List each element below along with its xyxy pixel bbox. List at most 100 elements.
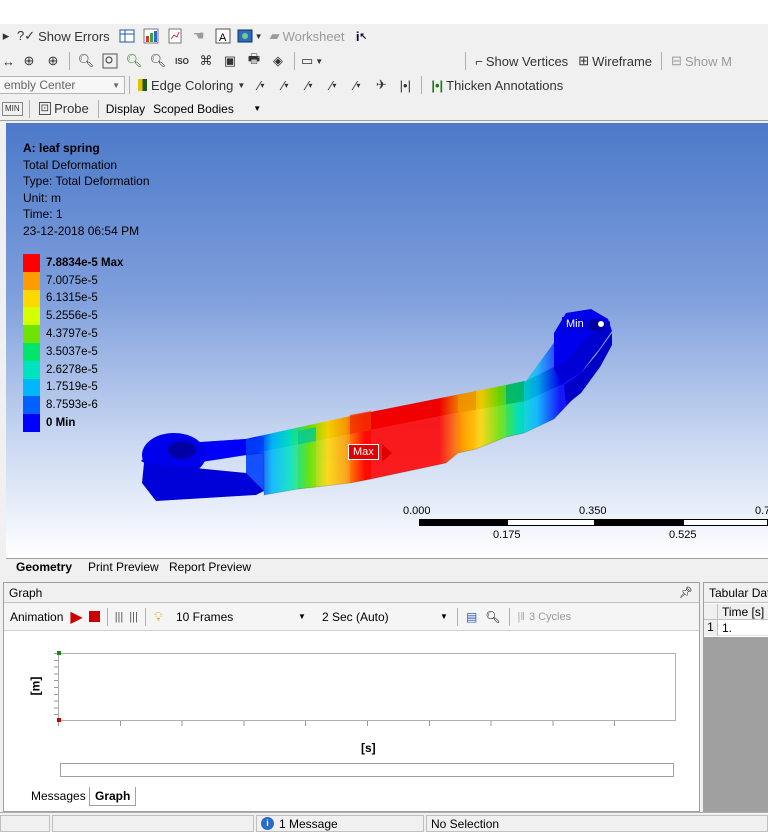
assembly-center-dropdown[interactable]: embly Center ▼ <box>0 76 125 94</box>
info-icon: i <box>261 817 274 830</box>
zoom-icon[interactable]: 🔍︎ <box>76 51 96 71</box>
min-probe-label: Min <box>566 318 584 330</box>
edge-coloring-button[interactable]: Edge Coloring ▼ <box>136 75 247 95</box>
scale-segment <box>419 519 507 526</box>
camera-icon[interactable]: ▣ <box>220 51 240 71</box>
status-messages[interactable]: i 1 Message <box>256 815 424 832</box>
toolbar-result: MIN ⊡ Probe Display Scoped Bodies ▼ <box>0 97 768 121</box>
rotate-icon[interactable]: ↔ <box>2 51 15 71</box>
thin-annotation-icon[interactable]: |•| <box>395 75 415 95</box>
image-dropdown-button[interactable]: ▼ <box>237 26 263 46</box>
table-icon[interactable] <box>117 26 137 46</box>
graph-bottom-marker <box>57 718 61 722</box>
tab-geometry[interactable]: Geometry <box>16 560 72 574</box>
thicken-annotations-button[interactable]: |•| Thicken Annotations <box>428 75 566 95</box>
viewport-icon: ▭ <box>301 53 314 68</box>
export-video-icon[interactable]: ▤ <box>466 610 477 624</box>
tabular-corner <box>704 604 718 620</box>
show-vertices-button[interactable]: ⌐ Show Vertices <box>472 51 571 71</box>
set-view-icon[interactable]: ⌘ <box>196 51 216 71</box>
separator <box>106 607 108 626</box>
stop-icon[interactable] <box>88 611 100 622</box>
max-probe-label: Max <box>353 446 374 458</box>
show-mesh-button[interactable]: ⊟ Show M <box>668 51 735 71</box>
tag-icon[interactable]: ◈ <box>268 51 288 71</box>
show-errors-button[interactable]: ?✓ Show Errors <box>14 26 113 46</box>
tab-graph[interactable]: Graph <box>89 787 137 806</box>
min-label-icon[interactable]: MIN <box>2 101 23 116</box>
edge-style-x-icon[interactable]: ∕ ▾ <box>347 75 367 95</box>
chart-icon[interactable] <box>141 26 161 46</box>
chevron-down-icon: ▼ <box>254 31 263 41</box>
tabular-row-num: 1 <box>704 620 718 636</box>
status-bar: i 1 Message No Selection <box>0 812 768 832</box>
chevron-down-icon: ▼ <box>298 612 306 621</box>
leaf-spring-model[interactable] <box>6 123 768 558</box>
print-icon[interactable]: 🖶︎ <box>244 51 264 71</box>
pin-icon[interactable]: ✈ <box>371 75 391 95</box>
graph-panel-title: Graph <box>9 585 43 600</box>
tabular-col-time: Time [s] <box>722 605 765 619</box>
box-zoom-icon[interactable] <box>100 51 120 71</box>
zoom-out-icon[interactable]: ⊕ <box>43 51 63 71</box>
report-icon[interactable] <box>165 26 185 46</box>
zoom-animation-icon[interactable]: 🔍︎ <box>485 610 500 624</box>
tabular-row[interactable]: 1 1. <box>704 620 768 636</box>
tab-print-preview[interactable]: Print Preview <box>88 560 159 574</box>
edge-style-1-icon[interactable]: ∕ ▾ <box>275 75 295 95</box>
worksheet-icon: ▰ <box>269 28 280 43</box>
chevron-down-icon: ▼ <box>237 80 246 90</box>
zoom-in-icon[interactable]: ⊕ <box>19 51 39 71</box>
arrow-icon[interactable]: ▸ <box>2 26 10 46</box>
tab-report-preview[interactable]: Report Preview <box>169 560 251 574</box>
chevron-down-icon: ▼ <box>315 56 324 66</box>
iso-view-icon[interactable]: ISO <box>172 51 192 71</box>
cycles-label: 3 Cycles <box>528 610 572 623</box>
duration-dropdown[interactable]: 2 Sec (Auto) ▼ <box>316 607 453 626</box>
tab-messages[interactable]: Messages <box>31 789 86 803</box>
magnifier-icon[interactable]: 🔍︎ <box>148 51 168 71</box>
zoom-to-fit-icon[interactable]: 🔍︎ <box>124 51 144 71</box>
separator <box>129 76 130 94</box>
annotation-a-icon[interactable]: A <box>213 26 233 46</box>
play-icon[interactable]: ▶ <box>70 607 82 627</box>
graph-top-marker <box>57 651 61 655</box>
scale-tick-label: 0.000 <box>403 505 431 517</box>
status-selection: No Selection <box>426 815 768 832</box>
edge-coloring-icon <box>138 79 147 91</box>
toolbar-graphics: ↔ ⊕ ⊕ 🔍︎ 🔍︎ 🔍︎ ISO ⌘ ▣ 🖶︎ ◈ ▭ ▼ ⌐ Show V… <box>0 49 768 73</box>
edge-style-2-icon[interactable]: ∕ ▾ <box>299 75 319 95</box>
graphics-viewport[interactable]: A: leaf spring Total Deformation Type: T… <box>6 123 768 558</box>
viewport-dropdown-button[interactable]: ▭ ▼ <box>301 51 323 71</box>
wireframe-button[interactable]: ⊞ Wireframe <box>575 51 655 71</box>
edge-style-3-icon[interactable]: ∕ ▾ <box>323 75 343 95</box>
toolbar-edges: embly Center ▼ Edge Coloring ▼ ∕ ▾ ∕ ▾ ∕ ▾ … <box>0 73 768 97</box>
selection-info-icon[interactable]: i ↖ <box>351 26 371 46</box>
min-probe[interactable]: Min <box>562 317 588 333</box>
worksheet-button[interactable]: ▰ Worksheet <box>267 26 348 46</box>
graph-y-ticks <box>54 653 58 721</box>
graph-timeline-bar[interactable] <box>60 763 674 777</box>
scoped-bodies-dropdown[interactable]: Scoped Bodies ▼ <box>148 99 267 118</box>
distributed-frames-icon[interactable]: ||| <box>115 611 124 623</box>
mesh-icon: ⊟ <box>671 53 682 68</box>
display-label: Display <box>105 101 146 116</box>
frames-dropdown[interactable]: 10 Frames ▼ <box>170 607 311 626</box>
scale-segment <box>507 519 595 526</box>
lightbulb-icon[interactable]: 💡︎ <box>154 609 163 625</box>
edge-style-0-icon[interactable]: ∕ ▾ <box>251 75 271 95</box>
separator <box>294 52 295 70</box>
pin-icon[interactable]: 📌︎ <box>679 586 693 599</box>
view-tabs: Geometry Print Preview Report Preview <box>6 558 768 576</box>
bottom-tabs: Messages Graph <box>3 786 700 808</box>
max-probe[interactable]: Max <box>348 444 379 460</box>
probe-button[interactable]: ⊡ Probe <box>36 99 92 119</box>
separator <box>28 99 30 118</box>
title-area <box>0 0 768 24</box>
hand-icon[interactable]: ☚ <box>189 26 209 46</box>
status-cell <box>52 815 254 832</box>
separator <box>97 99 99 118</box>
svg-text:A: A <box>219 32 227 44</box>
cycles-icon[interactable]: |‖ <box>518 611 525 623</box>
result-sets-icon[interactable]: ||| <box>129 611 138 623</box>
